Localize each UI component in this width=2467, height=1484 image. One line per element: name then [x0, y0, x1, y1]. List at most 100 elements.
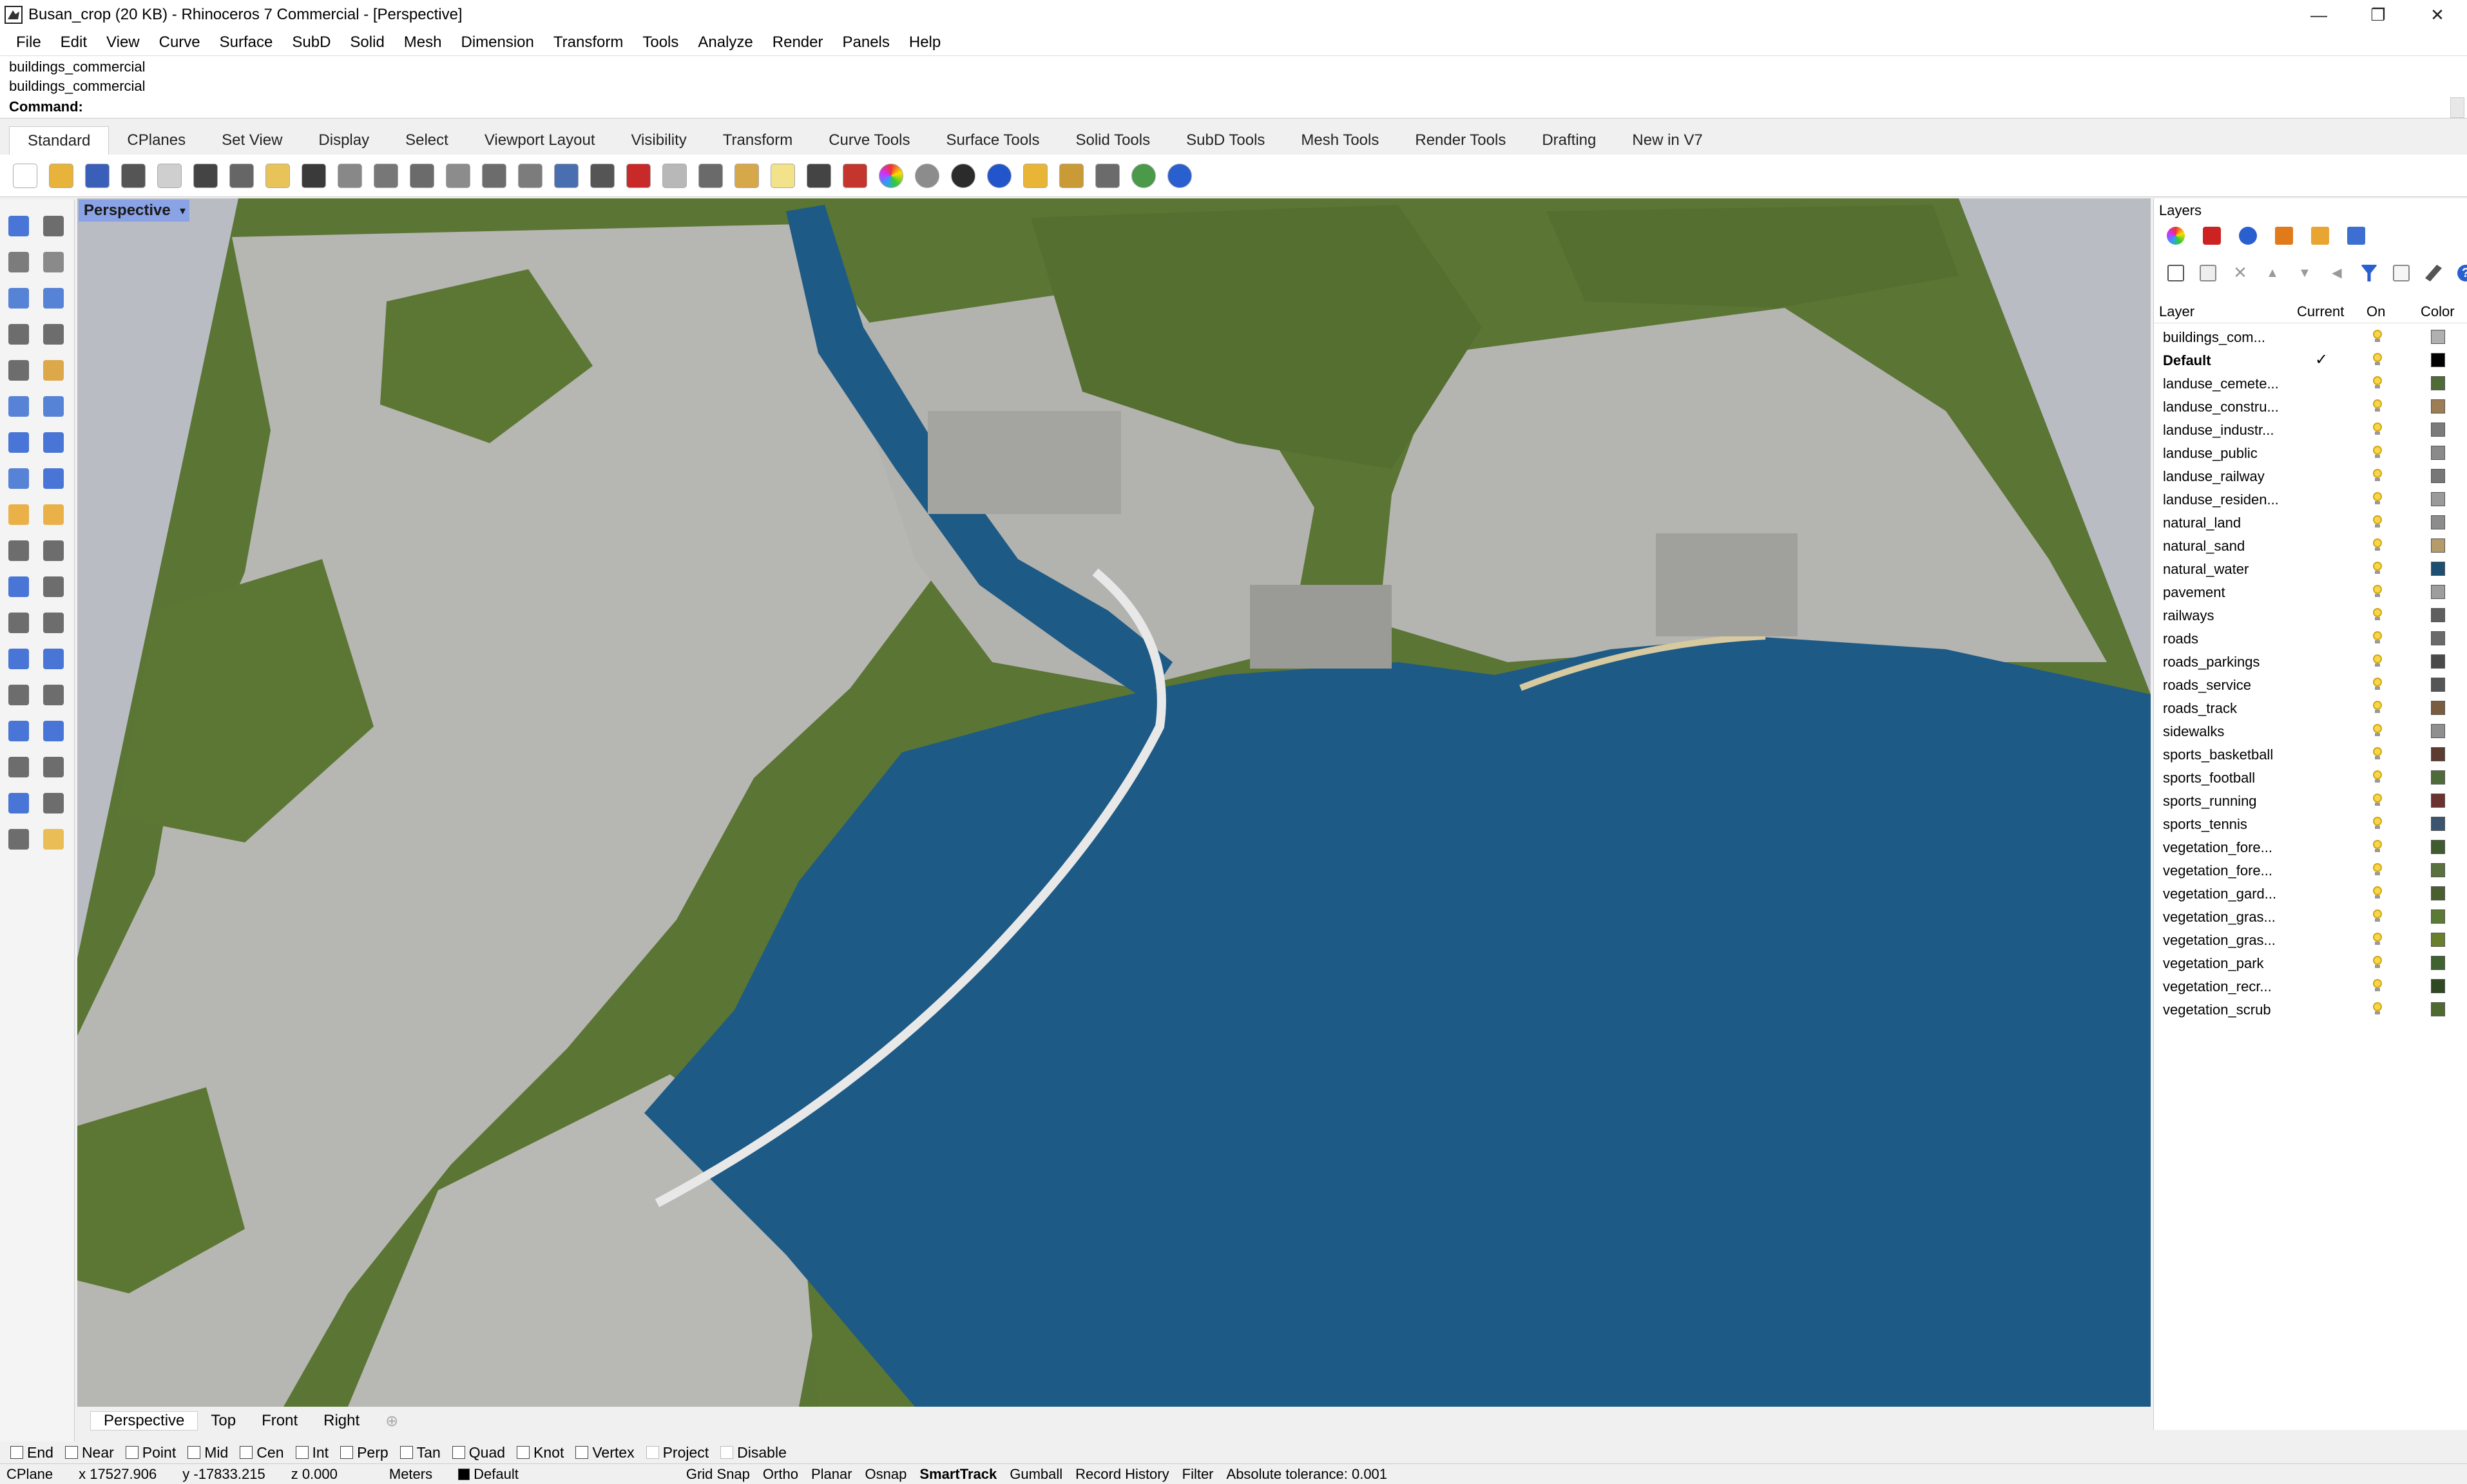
new-layer-icon[interactable]: [2164, 262, 2187, 285]
tab-drafting[interactable]: Drafting: [1524, 126, 1614, 155]
save-icon[interactable]: [81, 160, 113, 192]
solid-icon[interactable]: [4, 824, 34, 854]
checkbox[interactable]: [452, 1446, 465, 1459]
lightbulb-icon[interactable]: [2373, 863, 2382, 876]
column-current[interactable]: Current: [2297, 303, 2344, 320]
layer-name[interactable]: landuse_constru...: [2163, 399, 2292, 415]
layer-row[interactable]: roads: [2154, 626, 2467, 649]
trim-icon[interactable]: [4, 536, 34, 566]
layer-color-swatch[interactable]: [2431, 909, 2445, 924]
lightbulb-icon[interactable]: [2373, 701, 2382, 714]
layer-color-swatch[interactable]: [2431, 747, 2445, 761]
surface-icon[interactable]: [4, 392, 34, 421]
layer-name[interactable]: sports_tennis: [2163, 816, 2292, 833]
layer-color-swatch[interactable]: [2431, 956, 2445, 970]
lightbulb-icon[interactable]: [2373, 353, 2382, 366]
layer-name[interactable]: vegetation_recr...: [2163, 978, 2292, 995]
layers-panel-icon[interactable]: [2200, 224, 2223, 247]
delete-layer-icon[interactable]: ✕: [2229, 262, 2252, 285]
menu-edit[interactable]: Edit: [51, 30, 97, 55]
lightbulb-icon[interactable]: [2373, 492, 2382, 505]
fillet-curve-icon[interactable]: [39, 356, 68, 385]
layer-row[interactable]: landuse_public: [2154, 441, 2467, 464]
toggle-smarttrack[interactable]: SmartTrack: [913, 1466, 1003, 1483]
layer-color-swatch[interactable]: [2431, 886, 2445, 900]
layer-color-swatch[interactable]: [2431, 423, 2445, 437]
files-panel-icon[interactable]: [2309, 224, 2332, 247]
viewport-menu-caret-icon[interactable]: ▾: [180, 200, 186, 222]
layer-row[interactable]: landuse_industr...: [2154, 417, 2467, 441]
layer-name[interactable]: natural_water: [2163, 561, 2292, 578]
menu-curve[interactable]: Curve: [149, 30, 210, 55]
help-icon[interactable]: [1164, 160, 1196, 192]
paste-icon[interactable]: [262, 160, 294, 192]
color-wheel-icon[interactable]: [875, 160, 907, 192]
close-button[interactable]: ✕: [2408, 0, 2467, 30]
layer-color-swatch[interactable]: [2431, 631, 2445, 645]
tools-icon[interactable]: [2422, 262, 2445, 285]
menu-file[interactable]: File: [6, 30, 51, 55]
layer-row[interactable]: natural_land: [2154, 510, 2467, 533]
lightbulb-icon[interactable]: [2373, 770, 2382, 783]
layer-color-swatch[interactable]: [2431, 515, 2445, 529]
lightbulb-icon[interactable]: [2373, 886, 2382, 899]
mesh-icon[interactable]: [39, 464, 68, 493]
help-icon[interactable]: ?: [2454, 262, 2467, 285]
materials-panel-icon[interactable]: [2272, 224, 2296, 247]
print-icon[interactable]: [117, 160, 149, 192]
lightbulb-icon[interactable]: [2373, 956, 2382, 969]
layer-row[interactable]: vegetation_park: [2154, 951, 2467, 974]
layer-color-swatch[interactable]: [2431, 353, 2445, 367]
select-filter-icon[interactable]: [731, 160, 763, 192]
layer-name[interactable]: roads_parkings: [2163, 654, 2292, 671]
layer-row[interactable]: sports_basketball: [2154, 742, 2467, 765]
layer-name[interactable]: roads: [2163, 631, 2292, 647]
cylinder-icon[interactable]: [4, 464, 34, 493]
layer-color-swatch[interactable]: [2431, 654, 2445, 669]
layer-color-swatch[interactable]: [2431, 794, 2445, 808]
named-views-panel-icon[interactable]: [2345, 224, 2368, 247]
lightbulb-icon[interactable]: [2373, 608, 2382, 621]
toggle-grid-snap[interactable]: Grid Snap: [680, 1466, 756, 1483]
osnap-point[interactable]: Point: [125, 1444, 176, 1461]
tab-mesh-tools[interactable]: Mesh Tools: [1283, 126, 1397, 155]
sphere-icon[interactable]: [39, 428, 68, 457]
car-icon[interactable]: [622, 160, 655, 192]
lightbulb-icon[interactable]: [2373, 933, 2382, 946]
box-icon[interactable]: [4, 428, 34, 457]
lightbulb-icon[interactable]: [2373, 840, 2382, 853]
layer-row[interactable]: railways: [2154, 603, 2467, 626]
tab-select[interactable]: Select: [387, 126, 466, 155]
layer-color-swatch[interactable]: [2431, 863, 2445, 877]
osnap-end[interactable]: End: [10, 1444, 53, 1461]
minimize-button[interactable]: —: [2289, 0, 2348, 30]
layer-name[interactable]: vegetation_gard...: [2163, 886, 2292, 902]
group-icon[interactable]: [4, 572, 34, 602]
layer-name[interactable]: buildings_com...: [2163, 329, 2292, 346]
layer-color-swatch[interactable]: [2431, 979, 2445, 993]
extrude-surface-icon[interactable]: [39, 392, 68, 421]
menu-analyze[interactable]: Analyze: [688, 30, 762, 55]
lightbulb-icon[interactable]: [2373, 330, 2382, 343]
undo-icon[interactable]: [298, 160, 330, 192]
polygon-icon[interactable]: [4, 319, 34, 349]
layer-color-swatch[interactable]: [2431, 724, 2445, 738]
viewport-tab-right[interactable]: Right: [311, 1412, 372, 1430]
tab-new-in-v7[interactable]: New in V7: [1614, 126, 1720, 155]
tab-visibility[interactable]: Visibility: [613, 126, 704, 155]
filter-icon[interactable]: [2357, 262, 2381, 285]
layer-name[interactable]: sports_basketball: [2163, 747, 2292, 763]
osnap-near[interactable]: Near: [64, 1444, 114, 1461]
checkbox[interactable]: [10, 1446, 23, 1459]
scale-icon[interactable]: [4, 644, 34, 674]
osnap-perp[interactable]: Perp: [340, 1444, 389, 1461]
layer-name[interactable]: roads_track: [2163, 700, 2292, 717]
layer-name[interactable]: roads_service: [2163, 677, 2292, 694]
lightbulb-icon[interactable]: [2373, 909, 2382, 922]
four-viewports-icon[interactable]: [586, 160, 619, 192]
tab-standard[interactable]: Standard: [9, 126, 110, 155]
column-color[interactable]: Color: [2421, 303, 2455, 320]
arc-icon[interactable]: [4, 356, 34, 385]
layer-color-swatch[interactable]: [2431, 399, 2445, 414]
options-icon[interactable]: [1055, 160, 1088, 192]
